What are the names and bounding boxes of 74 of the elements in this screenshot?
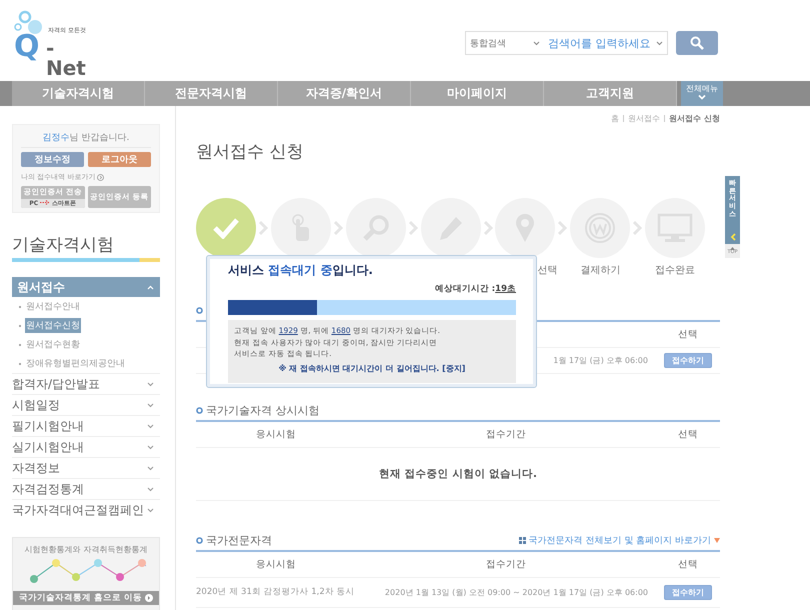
chevron-right-icon [633, 221, 642, 235]
caret-icon [714, 538, 720, 542]
chevron-down-icon [147, 382, 154, 386]
edit-info-button[interactable]: 정보수정 [21, 152, 84, 167]
table-cell: 1월 17일 (금) 오후 06:00 [553, 355, 648, 366]
submenu-item[interactable]: 장애유형별편의제공안내 [25, 356, 126, 371]
section-heading: 국가전문자격 [206, 532, 272, 548]
breadcrumb-item[interactable]: 원서접수 신청 [669, 112, 720, 124]
chevron-down-icon [147, 402, 154, 408]
stats-home-link[interactable]: 국가기술자격통계 홈으로 이동 [13, 591, 159, 605]
chevron-down-icon [147, 424, 154, 428]
chevron-right-icon [259, 221, 268, 235]
caret-up-icon [730, 247, 735, 250]
arrow-circle-icon [97, 174, 104, 180]
section-title: 기술자격시험 [12, 234, 115, 257]
wait-time: 예상대기시간 :19초 [434, 283, 516, 295]
nav-item[interactable]: 자격증/확인서 [278, 81, 411, 106]
check-icon [213, 217, 239, 239]
breadcrumb-item[interactable]: 홈 [611, 112, 620, 124]
chevron-down-icon [698, 94, 706, 100]
column-header: 접수기간 [486, 428, 526, 441]
page-title: 원서접수 신청 [196, 141, 304, 164]
empty-message: 현재 접수중인 시험이 없습니다. [379, 467, 537, 481]
submenu-item[interactable]: 원서접수신청 [25, 318, 81, 333]
arrow-icon [40, 200, 50, 204]
column-header: 선택 [678, 428, 698, 441]
column-header: 선택 [678, 558, 698, 571]
column-header: 선택 [678, 328, 698, 341]
section-heading: 국가기술자격 상시시험 [206, 402, 320, 418]
bullet-icon [196, 406, 203, 414]
step-label: 결제하기 [580, 264, 620, 277]
chevron-down-icon [147, 486, 154, 492]
chevron-right-icon [558, 221, 568, 235]
banner-title: 시험현황통계와 자격취득현황통계 [24, 544, 148, 555]
nav-item[interactable]: 마이페이지 [411, 81, 544, 106]
logout-button[interactable]: 로그아웃 [88, 152, 151, 167]
apply-button[interactable]: 접수하기 [664, 353, 712, 368]
apply-button[interactable]: 접수하기 [664, 585, 712, 600]
all-menu-button[interactable]: 전체메뉴 [681, 81, 723, 106]
column-header: 응시시험 [256, 558, 296, 571]
table-cell: 2020년 1월 13일 (월) 오전 09:00 ~ 2020년 1월 17일 (금) 오후 06:00 [384, 587, 648, 598]
column-header: 접수기간 [486, 558, 526, 571]
chevron-down-icon [147, 508, 154, 512]
search-icon [690, 36, 704, 50]
homepage-link[interactable]: 국가전문자격 전체보기 및 홈페이지 바로가기 [518, 534, 720, 546]
arrow-circle-icon [144, 594, 153, 602]
menu-item[interactable]: 원서접수 [12, 277, 160, 297]
chevron-down-icon [147, 444, 154, 450]
step-label: 접수완료 [655, 264, 696, 277]
table-cell: 2020년 제 31회 감정평가사 1,2차 동시 [196, 588, 354, 598]
bubbles-icon [12, 10, 42, 34]
warning-text: ※ 재 접속하시면 대기시간이 더 길어집니다. [중지] [278, 362, 466, 374]
step-label: 선택 [537, 264, 558, 277]
submenu-item[interactable]: 원서접수현황 [25, 337, 81, 352]
chevron-left-icon [730, 233, 736, 241]
nav-item[interactable]: 전문자격시험 [145, 81, 278, 106]
chevron-up-icon [147, 284, 154, 290]
breadcrumb-item[interactable]: 원서접수 [628, 112, 660, 124]
submenu-item[interactable]: 원서접수안내 [25, 299, 81, 314]
greeting-text: 김정수님 반갑습니다. [21, 131, 151, 148]
grid-icon [518, 536, 526, 544]
bullet-icon [196, 536, 203, 544]
logo-letter: Q [14, 32, 40, 62]
dialog-title: 서비스 접속대기 중입니다. [228, 262, 374, 279]
chevron-right-icon [484, 221, 493, 235]
logo-name: -Net [46, 38, 87, 78]
chevron-right-icon [408, 221, 418, 235]
nav-item[interactable]: 고객지원 [544, 81, 677, 106]
chevron-right-icon [334, 221, 343, 235]
column-header: 응시시험 [256, 428, 296, 441]
nav-item[interactable]: 기술자격시험 [12, 81, 145, 106]
search-button[interactable] [676, 31, 718, 55]
bullet-icon [196, 306, 203, 314]
chevron-down-icon [147, 466, 154, 470]
